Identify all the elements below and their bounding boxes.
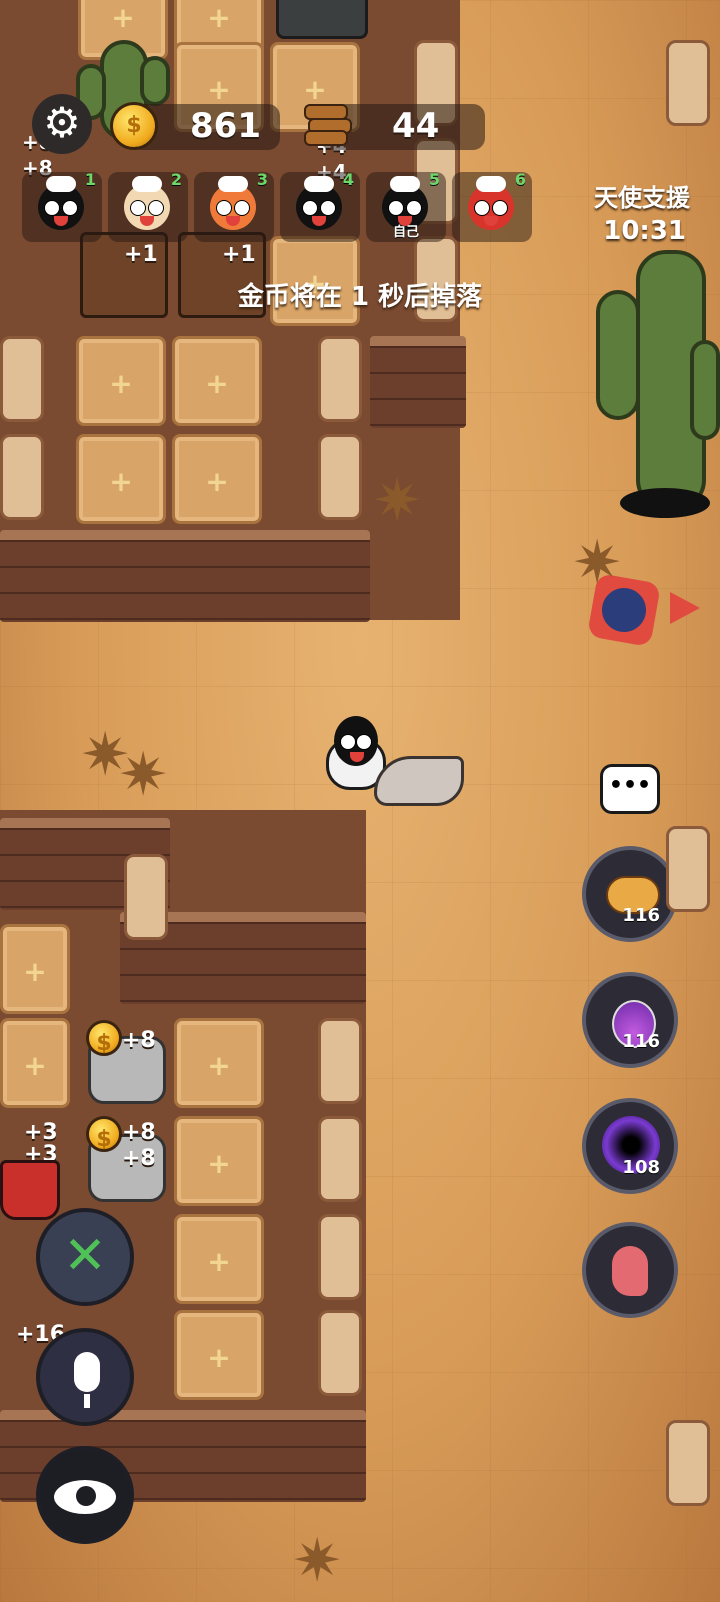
- angel-support-timer: 10:31: [603, 216, 686, 246]
- build-slot[interactable]: [0, 924, 70, 1014]
- piggy-bank-count: 116: [622, 905, 660, 926]
- player-slot-6[interactable]: 6: [452, 170, 532, 242]
- player-number: 4: [342, 170, 354, 189]
- angel-support-label: 天使支援: [594, 184, 690, 212]
- player-number: 1: [84, 170, 96, 189]
- red-hood-sheep-avatar: [468, 176, 514, 230]
- brick-wall: [0, 530, 370, 622]
- ghost-button[interactable]: [582, 1222, 678, 1318]
- coin-icon: [110, 102, 158, 150]
- black-sheep-avatar: [296, 176, 342, 230]
- build-slot[interactable]: [76, 434, 166, 524]
- player-number: 3: [256, 170, 268, 189]
- magnet-bucket: [0, 1160, 60, 1220]
- potion-button[interactable]: 116: [582, 972, 678, 1068]
- player-number: 5: [428, 170, 440, 189]
- direction-arrow-icon: [670, 592, 700, 624]
- stone-pillar: [318, 1310, 362, 1396]
- stone-pillar: [666, 40, 710, 126]
- player-number: 6: [514, 170, 526, 189]
- vortex-count: 108: [622, 1157, 660, 1178]
- player-slot-4[interactable]: 4: [280, 170, 360, 242]
- ghost-icon: [612, 1246, 648, 1296]
- stone-pillar: [0, 336, 44, 422]
- build-button[interactable]: ✕: [36, 1208, 134, 1306]
- stone-pillar: [0, 434, 44, 520]
- chat-icon: •••: [608, 773, 652, 798]
- cactus-arm: [690, 340, 720, 440]
- voice-button[interactable]: [36, 1328, 134, 1426]
- ore-plus-label: +8: [122, 1028, 156, 1053]
- dry-bush: ✷: [292, 1526, 343, 1596]
- stone-pillar: [318, 434, 362, 520]
- microphone-stand: [84, 1394, 90, 1408]
- cactus-arm: [140, 56, 170, 106]
- tiger-sheep-avatar: [210, 176, 256, 230]
- view-button[interactable]: [36, 1446, 134, 1544]
- player-slot-3[interactable]: 3: [194, 170, 274, 242]
- white-sheep-avatar: [124, 176, 170, 230]
- build-slot[interactable]: [0, 1018, 70, 1108]
- stone-pillar: [318, 1116, 362, 1202]
- potion-count: 116: [622, 1031, 660, 1052]
- coin-icon: [86, 1020, 122, 1056]
- dry-bush: ✷: [572, 528, 623, 598]
- player-slot-5[interactable]: 5 自己: [366, 170, 446, 242]
- stone-pillar: [124, 854, 168, 940]
- stone-pillar: [318, 1214, 362, 1300]
- player-number: 2: [170, 170, 182, 189]
- build-slot[interactable]: [174, 1018, 264, 1108]
- ore-plus-label: +8: [122, 1146, 156, 1171]
- tools-icon: ✕: [63, 1226, 107, 1286]
- player-slot-2[interactable]: 2: [108, 170, 188, 242]
- brick-wall: [370, 336, 466, 428]
- chat-button[interactable]: •••: [600, 764, 660, 814]
- cactus-arm: [596, 290, 640, 420]
- build-slot[interactable]: [174, 1214, 264, 1304]
- coin-icon: [86, 1116, 122, 1152]
- stone-pillar: [666, 1420, 710, 1506]
- gear-icon: ⚙: [43, 98, 81, 147]
- settings-button[interactable]: ⚙: [32, 94, 92, 154]
- eye-pupil: [76, 1486, 96, 1506]
- self-label: 自己: [392, 225, 419, 240]
- cactus-shadow: [620, 488, 710, 518]
- vortex-button[interactable]: 108: [582, 1098, 678, 1194]
- stone-pillar: [318, 336, 362, 422]
- build-slot[interactable]: [76, 336, 166, 426]
- skull-bones: [374, 756, 464, 806]
- stone-pillar: [318, 1018, 362, 1104]
- dry-bush: ✷: [118, 740, 169, 810]
- microphone-icon: [74, 1352, 100, 1392]
- stone-pillar: [666, 826, 710, 912]
- coin-count: 861: [190, 106, 261, 146]
- build-slot[interactable]: [174, 1116, 264, 1206]
- build-slot[interactable]: [172, 434, 262, 524]
- wood-count: 44: [392, 106, 440, 146]
- vault-door: [276, 0, 368, 39]
- log-plus-label: +1: [222, 242, 256, 267]
- player-slot-1[interactable]: 1: [22, 170, 102, 242]
- black-sheep-avatar: [38, 176, 84, 230]
- ore-plus-label: +8: [122, 1120, 156, 1145]
- logs-icon: [304, 100, 352, 146]
- dry-bush: ✷: [372, 466, 423, 536]
- log-plus-label: +1: [124, 242, 158, 267]
- piggy-bank-button[interactable]: 116: [582, 846, 678, 942]
- build-slot[interactable]: [174, 1310, 264, 1400]
- build-slot[interactable]: [172, 336, 262, 426]
